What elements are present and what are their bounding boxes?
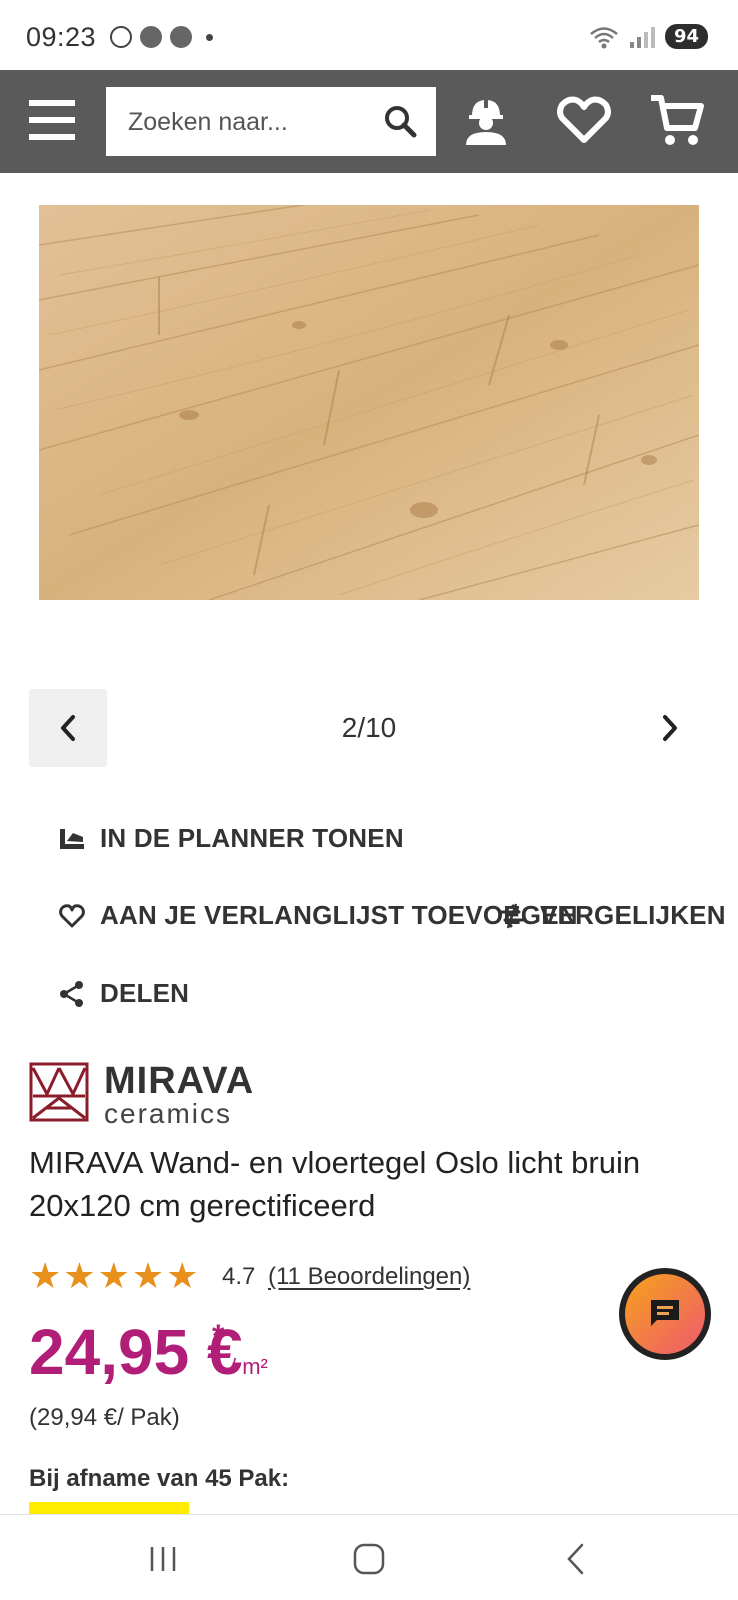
compare-icon [498,902,526,930]
wifi-icon [590,26,618,48]
share-label: DELEN [100,978,190,1008]
chat-button[interactable] [619,1268,711,1360]
search-icon[interactable] [382,103,418,139]
price-per-pak: (29,94 €/ Pak) [29,1404,180,1431]
price-asterisk: * [212,1318,225,1354]
gallery-next-button[interactable] [642,700,698,756]
brand-logo[interactable] [29,1062,89,1122]
signal-icon [629,26,655,48]
wood-floor-photo [39,205,699,600]
rating-stars: ★ ★ ★ ★ ★ [29,1258,198,1294]
site-header: Zoeken naar... [0,70,738,173]
star-icon: ★ [131,1255,165,1296]
product-price: 24,95 € [29,1316,243,1388]
cart-icon[interactable] [647,90,707,150]
star-icon: ★ [29,1255,62,1296]
browser-icon [110,26,132,48]
wishlist-icon[interactable] [554,90,614,150]
chevron-right-icon [663,715,677,741]
dot-icon [206,33,213,41]
recent-apps-button[interactable] [143,1539,183,1579]
chat-icon [651,1300,679,1326]
recent-apps-icon [150,1547,176,1571]
share-button[interactable]: DELEN [58,978,189,1009]
share-icon [58,980,86,1008]
star-icon: ★ [166,1255,199,1296]
brand-subtitle: ceramics [104,1098,233,1129]
search-input[interactable]: Zoeken naar... [106,87,436,156]
system-nav-bar [0,1514,738,1600]
back-button[interactable] [556,1539,596,1579]
messenger-icon [170,26,192,48]
price-unit: / m² [230,1354,268,1379]
compare-button[interactable]: VERGELIJKEN [498,900,726,931]
status-bar: 09:23 94 [0,0,738,70]
show-in-planner-button[interactable]: IN DE PLANNER TONEN [58,823,404,854]
battery-indicator: 94 [664,24,708,49]
status-time: 09:23 [26,22,97,52]
gallery-counter: 2/10 [341,712,397,743]
home-icon [353,1543,385,1575]
star-icon: ★ [97,1255,130,1296]
menu-icon[interactable] [29,100,75,140]
reviews-link[interactable]: (11 Beoordelingen) [268,1263,470,1291]
product-title: MIRAVA Wand- en vloertegel Oslo licht br… [29,1145,641,1223]
back-icon [567,1543,584,1575]
brand-name[interactable]: MIRAVA [104,1060,254,1103]
compare-label: VERGELIJKEN [540,900,726,930]
bulk-price-highlight [29,1502,189,1514]
record-icon [140,26,162,48]
account-icon[interactable] [456,90,516,150]
home-button[interactable] [349,1539,389,1579]
system-icons: 94 [589,24,708,49]
star-icon: ★ [63,1255,96,1296]
search-placeholder: Zoeken naar... [128,108,288,136]
heart-icon [58,902,86,930]
planner-icon [58,825,86,853]
product-image[interactable] [39,205,699,600]
planner-label: IN DE PLANNER TONEN [100,823,404,853]
bulk-discount-label: Bij afname van 45 Pak: [29,1465,290,1492]
rating-value: 4.7 [222,1263,256,1290]
notification-icons [110,26,213,48]
